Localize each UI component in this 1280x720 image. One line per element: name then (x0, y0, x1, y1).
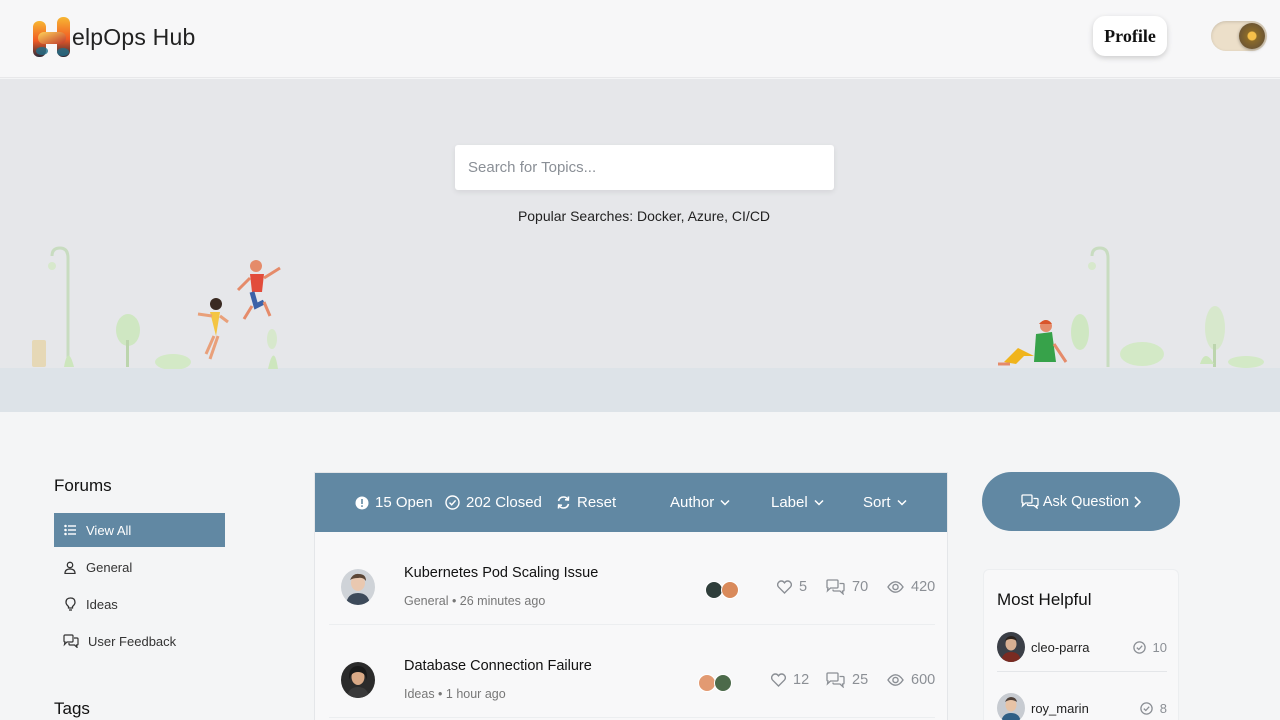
profile-button[interactable]: Profile (1093, 16, 1167, 56)
likes-stat[interactable]: 12 (771, 672, 809, 688)
topic-meta: Ideas • 1 hour ago (404, 687, 506, 701)
sort-dropdown[interactable]: Sort (863, 473, 907, 532)
comments-icon (826, 672, 845, 688)
hero-section: Popular Searches: Docker, Azure, CI/CD (0, 79, 1280, 412)
replies-stat[interactable]: 25 (826, 672, 868, 688)
right-park-illustration (998, 246, 1264, 368)
helpful-user-row[interactable]: roy_marin 8 (997, 693, 1167, 720)
participant-avatars (698, 674, 732, 692)
chat-bubbles-icon (63, 634, 79, 648)
sun-icon (1239, 23, 1265, 49)
topic-title[interactable]: Database Connection Failure (404, 658, 592, 674)
open-count: 15 Open (375, 494, 433, 511)
brand-logo[interactable]: elpOps Hub (32, 14, 195, 60)
label-dropdown[interactable]: Label (771, 473, 824, 532)
avatar (341, 662, 375, 698)
sidebar-item-label: General (86, 559, 133, 575)
views-stat: 600 (887, 672, 935, 688)
views-count: 420 (911, 579, 936, 595)
check-circle-icon (1132, 641, 1146, 654)
heart-icon (777, 580, 792, 594)
top-header: elpOps Hub Profile (0, 0, 1280, 78)
score-value: 10 (1152, 640, 1167, 655)
participant-avatar (721, 581, 739, 599)
helpful-user-name[interactable]: roy_marin (1031, 701, 1089, 716)
topics-toolbar: 15 Open 202 Closed Reset Author Label So… (315, 473, 947, 532)
avatar (997, 693, 1025, 720)
left-park-illustration (32, 246, 281, 369)
alert-circle-icon (355, 496, 369, 510)
sidebar-item-label: Ideas (86, 596, 118, 612)
heart-icon (771, 673, 786, 687)
likes-stat[interactable]: 5 (777, 579, 807, 595)
brand-name: elpOps Hub (72, 23, 196, 50)
chevron-down-icon (896, 499, 907, 506)
participant-avatar (714, 674, 732, 692)
likes-count: 5 (799, 579, 808, 595)
sidebar-item-ideas[interactable]: Ideas (54, 587, 225, 621)
replies-count: 25 (852, 672, 869, 688)
chevron-right-icon (1134, 495, 1142, 508)
views-stat: 420 (887, 579, 935, 595)
author-dropdown[interactable]: Author (670, 473, 730, 532)
likes-count: 12 (793, 672, 810, 688)
chevron-down-icon (814, 499, 824, 506)
sidebar-item-label: View All (86, 522, 132, 538)
sort-label: Sort (863, 494, 891, 511)
avatar (341, 569, 375, 605)
reset-label: Reset (577, 494, 617, 511)
score-value: 8 (1159, 701, 1167, 716)
sidebar-item-general[interactable]: General (54, 550, 225, 584)
ask-question-button[interactable]: Ask Question (982, 472, 1180, 531)
lightbulb-icon (63, 597, 77, 611)
helpful-user-score: 8 (1140, 701, 1167, 716)
search-input[interactable] (455, 145, 834, 190)
closed-count: 202 Closed (466, 494, 542, 511)
logo-h-icon (32, 15, 72, 59)
participant-avatars (705, 581, 739, 599)
replies-stat[interactable]: 70 (826, 579, 868, 595)
author-label: Author (670, 494, 715, 511)
topic-title[interactable]: Kubernetes Pod Scaling Issue (404, 565, 598, 581)
user-icon (63, 560, 77, 574)
list-icon (63, 523, 77, 537)
helpful-user-row[interactable]: cleo-parra 10 (997, 632, 1167, 668)
topic-row[interactable]: Database Connection Failure Ideas • 1 ho… (329, 626, 935, 718)
label-label: Label (771, 494, 808, 511)
replies-count: 70 (852, 579, 869, 595)
helpful-user-name[interactable]: cleo-parra (1031, 640, 1090, 655)
reset-button[interactable]: Reset (556, 473, 616, 532)
most-helpful-heading: Most Helpful (997, 590, 1092, 609)
theme-toggle[interactable] (1211, 21, 1267, 51)
chevron-down-icon (720, 499, 730, 506)
sidebar-item-view-all[interactable]: View All (54, 513, 225, 547)
chat-bubbles-icon (1021, 494, 1039, 509)
most-helpful-card: Most Helpful cleo-parra 10 roy_marin 8 (983, 569, 1179, 720)
divider (997, 671, 1167, 672)
views-count: 600 (911, 672, 936, 688)
eye-icon (887, 674, 904, 686)
forums-nav: View All General Ideas User Feedback (54, 513, 225, 661)
check-circle-icon (1140, 702, 1153, 715)
comments-icon (826, 579, 845, 595)
ask-question-label: Ask Question (1042, 493, 1130, 510)
forums-heading: Forums (54, 476, 112, 495)
tags-heading: Tags (54, 699, 90, 718)
sidebar-item-label: User Feedback (88, 633, 177, 649)
avatar (997, 632, 1025, 662)
sidebar-item-user-feedback[interactable]: User Feedback (54, 624, 225, 658)
popular-searches: Popular Searches: Docker, Azure, CI/CD (517, 208, 771, 224)
check-circle-icon (445, 495, 460, 510)
open-filter[interactable]: 15 Open (355, 473, 433, 532)
refresh-icon (556, 495, 571, 510)
topics-panel: 15 Open 202 Closed Reset Author Label So… (314, 472, 948, 720)
hero-ground (0, 368, 1280, 412)
topic-meta: General • 26 minutes ago (404, 594, 546, 608)
topic-row[interactable]: Kubernetes Pod Scaling Issue General • 2… (329, 533, 935, 625)
eye-icon (887, 581, 904, 593)
helpful-user-score: 10 (1132, 640, 1167, 655)
closed-filter[interactable]: 202 Closed (445, 473, 542, 532)
